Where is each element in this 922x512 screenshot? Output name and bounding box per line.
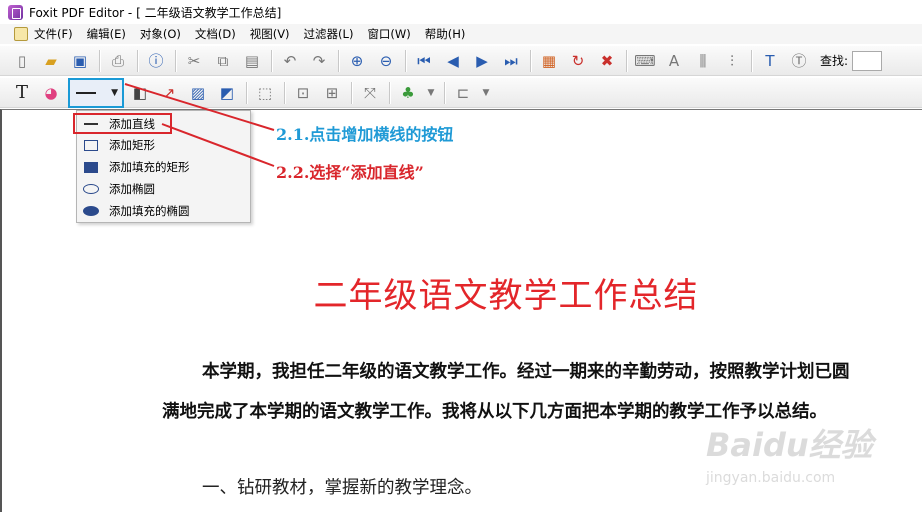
menu-item-add-line[interactable]: 添加直线 (73, 113, 172, 134)
menu-object[interactable]: 对象(O) (140, 26, 181, 42)
add-shape-dropdown-button[interactable]: ▼ (68, 77, 124, 108)
expand-icon[interactable]: ⊞ (320, 81, 344, 105)
ellipse-icon (83, 183, 99, 195)
delete-page-icon[interactable]: ✖ (595, 49, 619, 73)
transform-icon[interactable]: ⤧ (358, 81, 382, 105)
toolbar-divider (530, 49, 531, 72)
document-menu-icon[interactable] (14, 27, 28, 41)
toolbar-divider (626, 49, 627, 72)
menu-item-label: 添加填充的矩形 (109, 160, 190, 174)
align-columns-icon[interactable]: ⫼ (691, 49, 715, 73)
menu-help[interactable]: 帮助(H) (425, 26, 466, 42)
color-picker-icon[interactable]: ◕ (39, 81, 63, 105)
menu-view[interactable]: 视图(V) (250, 26, 290, 42)
menu-item-label: 添加直线 (109, 116, 155, 131)
toolbar-divider (338, 49, 339, 72)
menu-item-add-filled-rectangle[interactable]: 添加填充的矩形 (77, 156, 250, 178)
object-toolbar: T ◕ ▼ ◧ ↗ ▨ ◩ ⬚ ⊡ ⊞ ⤧ ♣ ▼ ⊏ ▼ (0, 77, 922, 108)
picture-icon[interactable]: ▨ (186, 81, 210, 105)
menu-item-label: 添加椭圆 (109, 182, 155, 196)
foxit-app-icon (8, 4, 23, 20)
line-icon (83, 118, 99, 130)
next-page-icon[interactable]: ▶ (470, 49, 494, 73)
align-objects-icon[interactable]: ⊏ (451, 81, 475, 105)
main-toolbar: ▯ ▰ ▣ ⎙ ⓘ ✂ ⧉ ▤ ↶ ↷ ⊕ ⊖ ⏮ ◀ ▶ ⏭ ▦ ↻ ✖ ⌨ … (0, 46, 922, 76)
shapes-color-icon[interactable]: ♣ (396, 81, 420, 105)
print-icon[interactable]: ⎙ (106, 49, 130, 73)
toolbar-divider (444, 81, 445, 104)
menu-item-add-filled-ellipse[interactable]: 添加填充的椭圆 (77, 200, 250, 222)
menu-item-add-ellipse[interactable]: 添加椭圆 (77, 178, 250, 200)
toolbar-divider (99, 49, 100, 72)
rectangle-icon (83, 139, 99, 151)
page-properties-icon[interactable]: ▦ (537, 49, 561, 73)
typewriter-icon[interactable]: Ⓣ (787, 49, 811, 73)
toolbar-divider (246, 81, 247, 104)
baidu-watermark: Baidu经验 jingyan.baidu.com (706, 420, 906, 500)
toolbar-divider (389, 81, 390, 104)
save-icon[interactable]: ▣ (68, 49, 92, 73)
toolbar-divider (405, 49, 406, 72)
toolbar-divider (351, 81, 352, 104)
text-box-icon[interactable]: T (758, 49, 782, 73)
paste-icon[interactable]: ▤ (240, 49, 264, 73)
toolbar-divider (284, 81, 285, 104)
chevron-down-icon: ▼ (111, 87, 118, 98)
watermark-url: jingyan.baidu.com (706, 470, 836, 486)
find-label: 查找: (820, 54, 849, 68)
undo-icon[interactable]: ↶ (278, 49, 302, 73)
align-rows-icon[interactable]: ⫶ (720, 49, 744, 73)
toolbar-divider (751, 49, 752, 72)
line-icon (76, 91, 96, 94)
shape-dropdown-menu: 添加直线 添加矩形 添加填充的矩形 添加椭圆 添加填充的椭圆 (73, 110, 251, 223)
menu-window[interactable]: 窗口(W) (367, 26, 410, 42)
menu-document[interactable]: 文档(D) (195, 26, 236, 42)
keyboard-icon[interactable]: ⌨ (633, 49, 657, 73)
annotation-step2: 2.2.选择“添加直线” (276, 163, 424, 182)
document-title: 二年级语文教学工作总结 (313, 276, 699, 316)
chevron-down-icon[interactable]: ▼ (480, 81, 492, 105)
add-image-icon[interactable]: ↗ (157, 81, 181, 105)
layer-icon[interactable]: ◩ (215, 81, 239, 105)
title-bar: Foxit PDF Editor - [ 二年级语文教学工作总结] (0, 0, 922, 24)
document-section-heading: 一、钻研教材，掌握新的教学理念。 (202, 478, 482, 498)
zoom-out-icon[interactable]: ⊖ (374, 49, 398, 73)
first-page-icon[interactable]: ⏮ (412, 49, 436, 73)
redo-icon[interactable]: ↷ (307, 49, 331, 73)
chevron-down-icon[interactable]: ▼ (425, 81, 437, 105)
annotation-step1: 2.1.点击增加横线的按钮 (276, 125, 454, 144)
filled-rectangle-icon (83, 161, 99, 173)
info-icon[interactable]: ⓘ (144, 49, 168, 73)
menu-bar: 文件(F) 编辑(E) 对象(O) 文档(D) 视图(V) 过滤器(L) 窗口(… (0, 24, 922, 44)
watermark-logo-text: Baidu经验 (706, 426, 873, 464)
menu-item-label: 添加矩形 (109, 138, 155, 152)
find-input[interactable] (852, 50, 883, 71)
toolbar-divider (137, 49, 138, 72)
window-title: Foxit PDF Editor - [ 二年级语文教学工作总结] (29, 5, 282, 20)
menu-filter[interactable]: 过滤器(L) (304, 26, 354, 42)
filled-ellipse-icon (83, 205, 99, 217)
gradient-icon[interactable]: ◧ (128, 81, 152, 105)
select-object-icon[interactable]: ⬚ (253, 81, 277, 105)
zoom-in-icon[interactable]: ⊕ (345, 49, 369, 73)
copy-icon[interactable]: ⧉ (211, 49, 235, 73)
toolbar-divider (175, 49, 176, 72)
toolbar-divider (271, 49, 272, 72)
open-folder-icon[interactable]: ▰ (39, 49, 63, 73)
rotate-page-icon[interactable]: ↻ (566, 49, 590, 73)
menu-file[interactable]: 文件(F) (34, 26, 73, 42)
new-file-icon[interactable]: ▯ (10, 49, 34, 73)
add-text-icon[interactable]: T (10, 81, 34, 105)
last-page-icon[interactable]: ⏭ (499, 49, 523, 73)
text-tool-icon[interactable]: A (662, 49, 686, 73)
cut-icon[interactable]: ✂ (182, 49, 206, 73)
menu-item-add-rectangle[interactable]: 添加矩形 (77, 134, 250, 156)
menu-item-label: 添加填充的椭圆 (109, 204, 190, 218)
previous-page-icon[interactable]: ◀ (441, 49, 465, 73)
menu-edit[interactable]: 编辑(E) (87, 26, 126, 42)
shrink-icon[interactable]: ⊡ (291, 81, 315, 105)
